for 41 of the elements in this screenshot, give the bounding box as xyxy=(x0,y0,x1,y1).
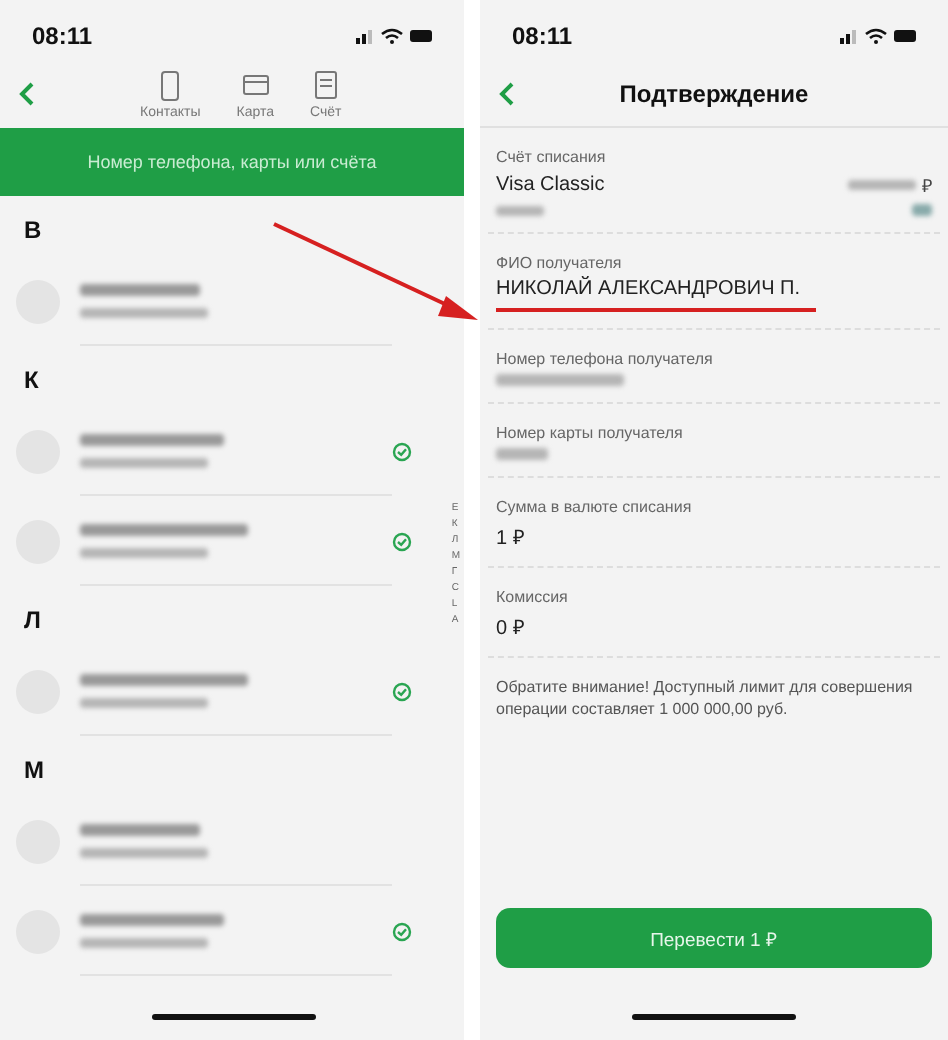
status-icons xyxy=(836,26,920,46)
document-icon xyxy=(311,69,340,101)
section-letter: В xyxy=(22,214,44,248)
field-value: НИКОЛАЙ АЛЕКСАНДРОВИЧ П. xyxy=(496,278,802,300)
blurred-phone xyxy=(80,937,208,947)
section-letter: К xyxy=(22,364,41,398)
field-label: Комиссия xyxy=(496,588,570,606)
field-label: Сумма в валюте списания xyxy=(496,498,694,516)
currency-sign: ₽ xyxy=(922,174,932,198)
field-value: Visa Classic xyxy=(496,174,605,196)
blurred-phone xyxy=(80,457,208,467)
section-letter: Л xyxy=(22,604,43,638)
card-icon xyxy=(241,69,270,101)
field-value: 0 ₽ xyxy=(496,616,527,640)
blurred-value xyxy=(496,448,548,460)
field-label: Номер телефона получателя xyxy=(496,350,715,368)
blurred-card-number xyxy=(496,205,544,215)
section-letter: М xyxy=(22,754,46,788)
field-label: Счёт списания xyxy=(496,148,608,166)
blurred-phone xyxy=(80,307,208,317)
limit-notice: Обратите внимание! Доступный лимит для совершения операции составляет 1 000 000,00 руб. xyxy=(496,678,915,722)
field-value: 1 ₽ xyxy=(496,526,527,550)
search-field[interactable]: Номер телефона, карты или счёта xyxy=(0,128,464,196)
status-time: 08:11 xyxy=(32,22,93,50)
status-time: 08:11 xyxy=(512,22,573,50)
blurred-phone xyxy=(80,847,208,857)
phone-icon xyxy=(156,69,185,101)
blurred-name xyxy=(80,283,200,295)
blurred-name xyxy=(80,823,200,835)
blurred-phone xyxy=(80,697,208,707)
blurred-balance xyxy=(848,180,916,190)
card-icon xyxy=(912,204,932,216)
blurred-name xyxy=(80,913,224,925)
blurred-name xyxy=(80,433,224,445)
status-icons xyxy=(352,26,436,46)
blurred-value xyxy=(496,374,624,386)
field-label: Номер карты получателя xyxy=(496,424,685,442)
blurred-phone xyxy=(80,547,208,557)
transfer-button[interactable]: Перевести 1 ₽ xyxy=(496,908,932,968)
screen-title: Подтверждение xyxy=(617,79,811,107)
field-label: ФИО получателя xyxy=(496,254,624,272)
